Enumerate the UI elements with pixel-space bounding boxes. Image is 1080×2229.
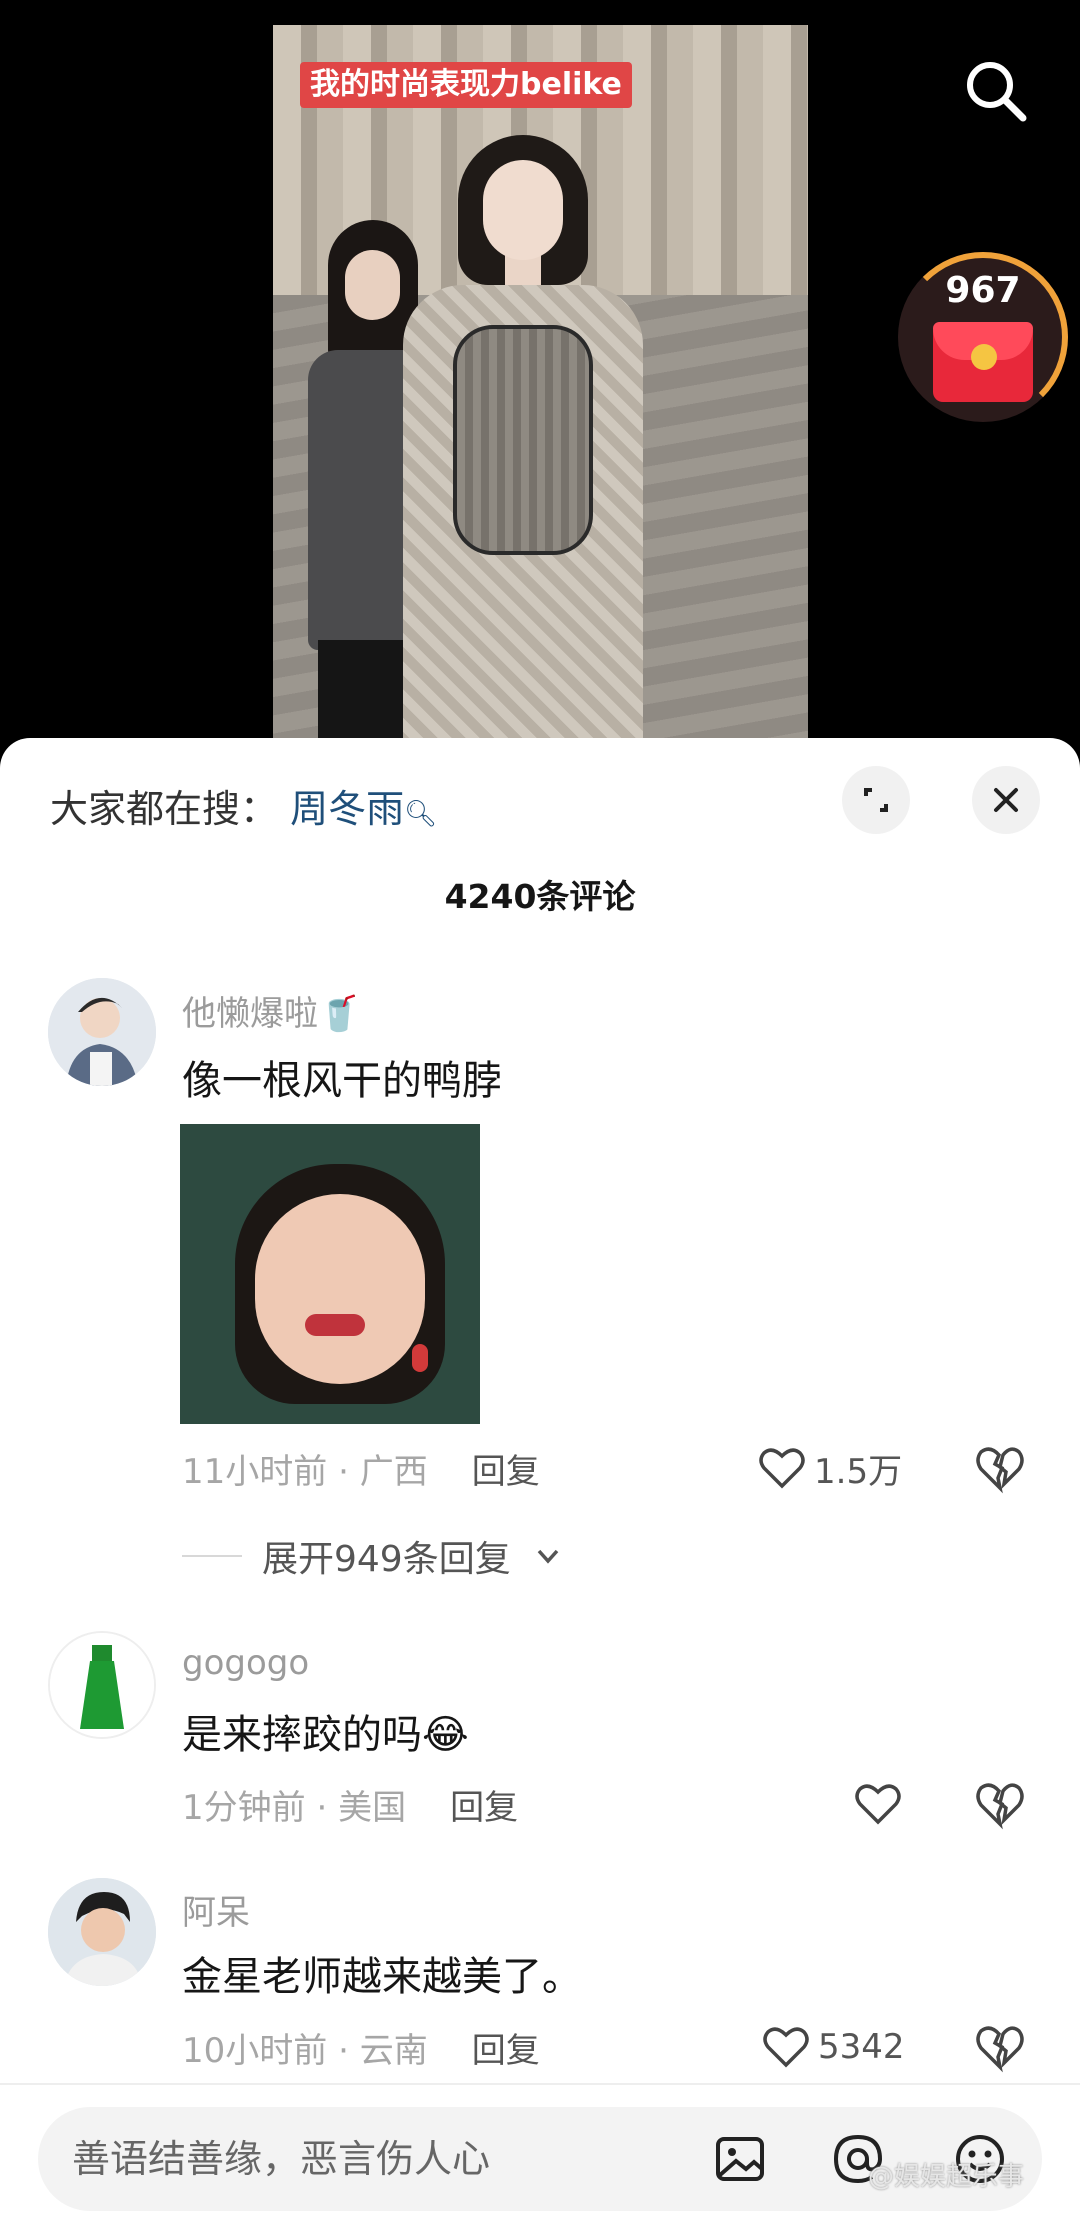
avatar[interactable] [48,1631,156,1739]
broken-heart-icon[interactable] [972,1776,1028,1832]
red-envelope-icon [933,322,1033,402]
hot-search-label: 大家都在搜： [50,787,279,831]
like-count: 1.5万 [814,1451,903,1492]
comment-time: 1分钟前 [182,1788,306,1828]
video-frame[interactable] [273,25,808,760]
magnifier-icon: 🔍︎ [404,799,438,829]
comment-sticker-image[interactable] [180,1124,480,1424]
expand-replies-label: 展开949条回复 [262,1539,511,1580]
hot-search-bar[interactable]: 大家都在搜： 周冬雨🔍︎ [50,778,437,833]
expand-replies-button[interactable]: 展开949条回复 [182,1530,565,1582]
main-person [383,135,683,760]
like-button[interactable]: 5342 [760,2017,905,2077]
comment-meta: 11小时前 · 广西 回复 [182,1452,540,1492]
comment-location: 云南 [359,2031,428,2071]
comment-location: 美国 [338,1788,407,1828]
comment-username[interactable]: 他懒爆啦🥤 [182,986,360,1035]
comment-meta: 1分钟前 · 美国 回复 [182,1788,519,1828]
comment-input[interactable] [72,2129,672,2189]
comment-username[interactable]: 阿呆 [182,1885,250,1934]
video-caption: 我的时尚表现力belike [300,62,632,108]
comment-text: 金星老师越来越美了。 [182,1954,582,2000]
search-icon[interactable] [960,55,1032,127]
comment-count: 4240条评论 [444,877,636,916]
reward-widget[interactable]: 967 [898,252,1068,422]
comment-location: 广西 [359,1452,428,1492]
comment-time: 10小时前 [182,2031,328,2071]
comment-meta: 10小时前 · 云南 回复 [182,2031,540,2071]
comment-text: 像一根风干的鸭脖 [182,1058,502,1104]
comment-time: 11小时前 [182,1452,328,1492]
comment-sheet: 大家都在搜： 周冬雨🔍︎ 4240条评论 他懒爆啦🥤 像一根风干的鸭脖 11小时… [0,738,1080,2229]
video-player[interactable]: 我的时尚表现力belike 967 [0,0,1080,760]
like-button[interactable]: 1.5万 [756,1438,902,1498]
avatar[interactable] [48,1878,156,1986]
avatar[interactable] [48,978,156,1086]
image-icon[interactable] [710,2129,770,2189]
watermark: @娱娱超乐事 [868,2162,1025,2192]
reward-count: 967 [945,270,1021,311]
like-count: 5342 [818,2027,905,2067]
broken-heart-icon[interactable] [972,1440,1028,1496]
close-icon[interactable] [972,766,1040,834]
heart-icon [855,1784,901,1825]
hot-search-term[interactable]: 周冬雨 [290,787,404,831]
reply-button[interactable]: 回复 [450,1788,518,1828]
expand-icon[interactable] [842,766,910,834]
like-button[interactable] [852,1774,910,1834]
chevron-down-icon [537,1549,559,1564]
heart-icon [759,1448,805,1489]
comment-text: 是来摔跤的吗😂 [182,1712,469,1758]
heart-icon [763,2027,809,2068]
broken-heart-icon[interactable] [972,2019,1028,2075]
reply-button[interactable]: 回复 [472,1452,540,1492]
divider [182,1555,242,1557]
reply-button[interactable]: 回复 [472,2031,540,2071]
comment-username[interactable]: gogogo [182,1643,309,1683]
